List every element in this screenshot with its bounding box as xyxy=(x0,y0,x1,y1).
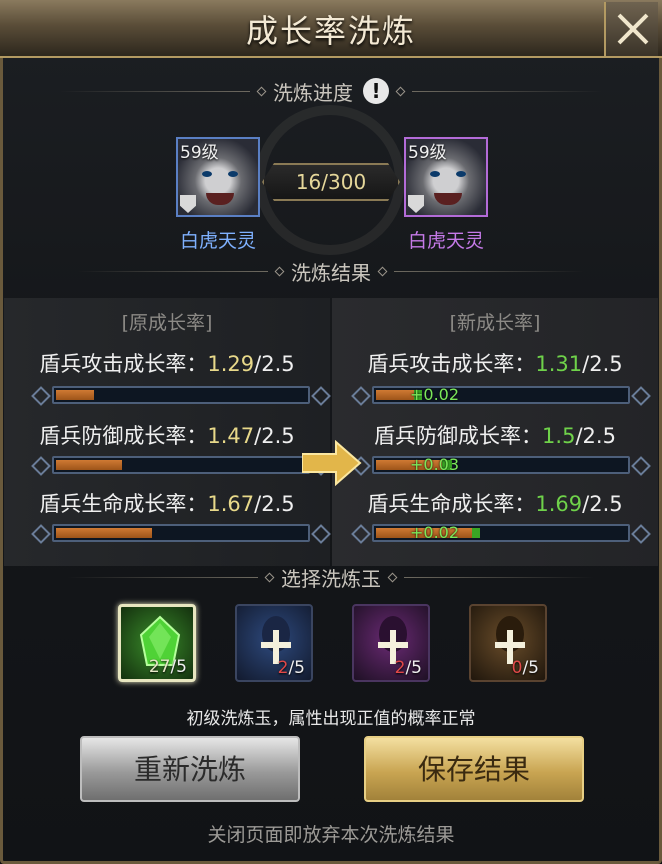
stat-attack-original: 盾兵攻击成长率：1.29/2.5 xyxy=(39,352,295,376)
refine-progress: 16/300 xyxy=(262,163,400,201)
hp-fill xyxy=(56,528,152,538)
gem-section-label: 选择洗炼玉 xyxy=(281,566,381,591)
stat-hp-original: 盾兵生命成长率：1.67/2.5 xyxy=(39,492,295,516)
new-heading: [新成长率] xyxy=(449,312,541,334)
hero-avatar-original[interactable]: 59级 xyxy=(176,137,260,217)
hero-name-new: 白虎天灵 xyxy=(407,230,484,252)
defense-bar-original xyxy=(52,456,310,474)
defense-delta: +0.03 xyxy=(410,455,460,474)
hero-name-original: 白虎天灵 xyxy=(179,230,256,252)
arrow-right-icon xyxy=(302,440,362,486)
attack-bar-new: +0.02 xyxy=(372,385,630,404)
reroll-button[interactable]: 重新洗炼 xyxy=(80,736,300,802)
footer-note: 关闭页面即放弃本次洗炼结果 xyxy=(207,824,455,846)
defense-fill xyxy=(56,460,122,470)
close-button[interactable] xyxy=(604,2,658,56)
result-section-title: 洗炼结果 xyxy=(0,256,662,286)
dialog-title: 成长率洗炼 xyxy=(245,12,416,50)
gem-slot-orange[interactable]: 0/5 xyxy=(469,604,547,682)
hero-avatar-new[interactable]: 59级 xyxy=(404,137,488,217)
gem-section-title: 选择洗炼玉 xyxy=(0,562,662,592)
shield-icon xyxy=(408,195,424,213)
save-result-button[interactable]: 保存结果 xyxy=(364,736,584,802)
gem-slot-purple[interactable]: 2/5 xyxy=(352,604,430,682)
dialog-header: 成长率洗炼 xyxy=(0,0,662,58)
original-heading: [原成长率] xyxy=(121,312,213,334)
result-label: 洗炼结果 xyxy=(291,260,371,285)
hero-level: 59级 xyxy=(180,143,219,163)
close-icon xyxy=(617,13,649,45)
gem-slot-green[interactable]: 27/5 xyxy=(118,604,196,682)
hp-bar-original xyxy=(52,524,310,542)
defense-bar-new: +0.03 xyxy=(372,455,630,474)
stat-defense-new: 盾兵防御成长率：1.5/2.5 xyxy=(374,424,616,448)
hero-level: 59级 xyxy=(408,143,447,163)
shield-icon xyxy=(180,195,196,213)
hp-bar-new: +0.02 xyxy=(372,523,630,542)
attack-bar-original xyxy=(52,386,310,404)
progress-section-title: 洗炼进度 ! xyxy=(0,76,662,106)
stat-defense-original: 盾兵防御成长率：1.47/2.5 xyxy=(39,424,295,448)
new-growth-panel: [新成长率] 盾兵攻击成长率：1.31/2.5 +0.02 盾兵防御成长率：1.… xyxy=(332,298,658,566)
stat-attack-new: 盾兵攻击成长率：1.31/2.5 xyxy=(367,352,623,376)
hp-delta: +0.02 xyxy=(410,523,460,542)
attack-fill xyxy=(56,390,94,400)
gem-slot-blue[interactable]: 2/5 xyxy=(235,604,313,682)
info-icon[interactable]: ! xyxy=(363,78,389,104)
gem-hint: 初级洗炼玉，属性出现正值的概率正常 xyxy=(186,709,476,729)
original-growth-panel: [原成长率] 盾兵攻击成长率：1.29/2.5 盾兵防御成长率：1.47/2.5… xyxy=(4,298,330,566)
attack-delta: +0.02 xyxy=(410,385,460,404)
progress-label: 洗炼进度 xyxy=(273,80,353,105)
stat-hp-new: 盾兵生命成长率：1.69/2.5 xyxy=(367,492,623,516)
